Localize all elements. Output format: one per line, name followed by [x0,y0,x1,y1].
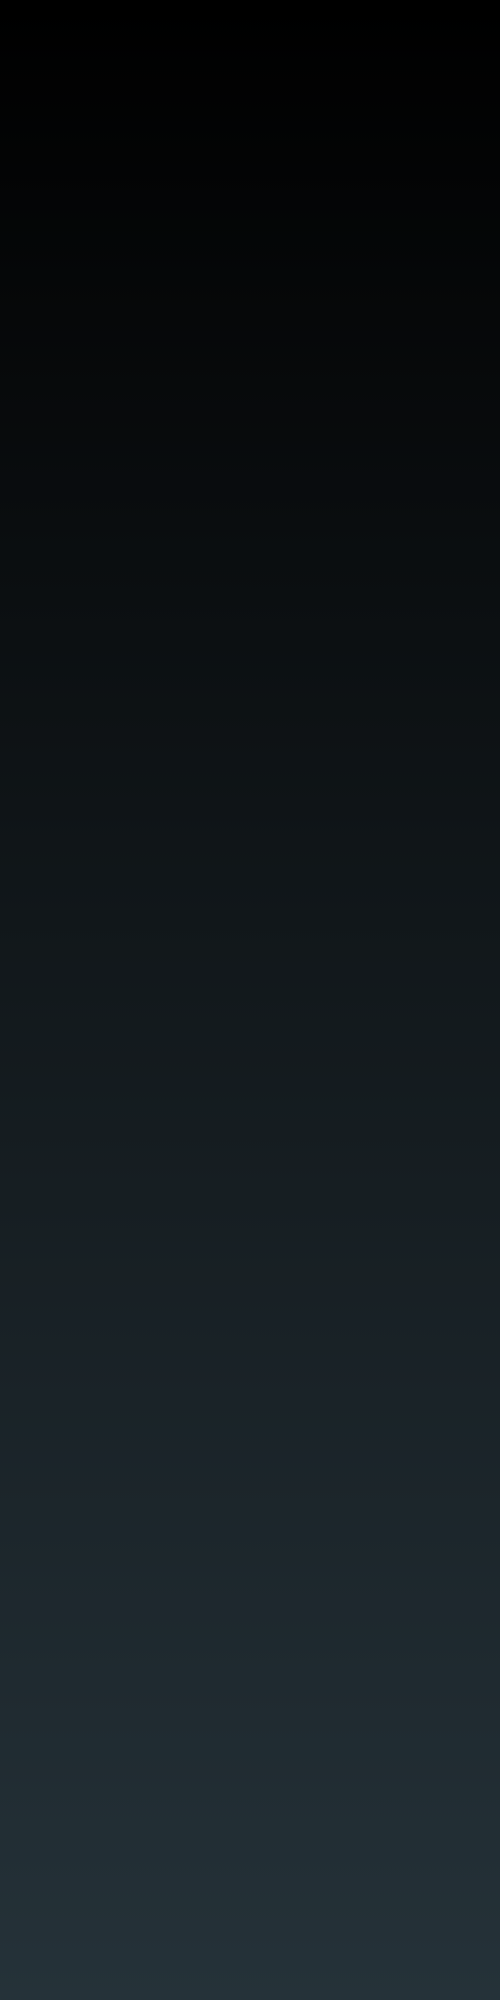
gradient-background [0,0,500,2000]
